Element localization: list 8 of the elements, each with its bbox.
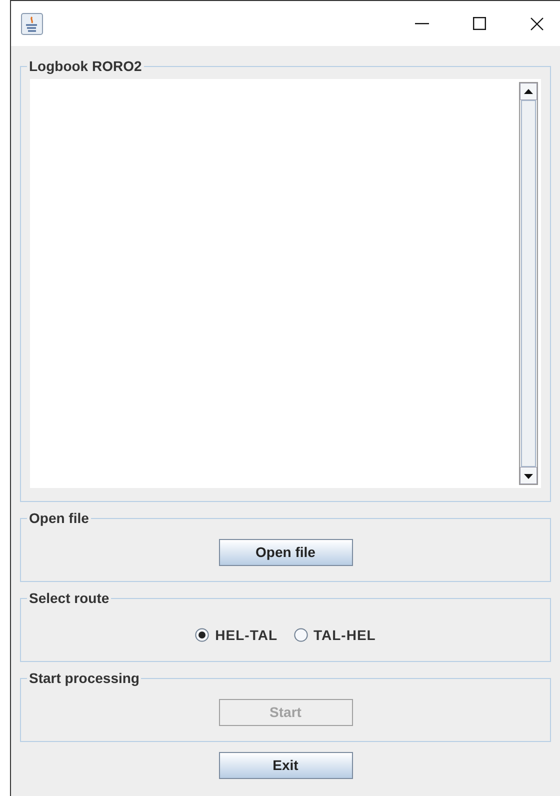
group-title: Select route bbox=[28, 589, 110, 608]
exit-button[interactable]: Exit bbox=[218, 752, 352, 779]
radio-label[interactable]: TAL-HEL bbox=[314, 624, 376, 646]
radio-label[interactable]: HEL-TAL bbox=[215, 624, 278, 646]
open-file-button[interactable]: Open file bbox=[218, 539, 352, 566]
group-title: Open file bbox=[28, 509, 90, 528]
group-title: Logbook RORO2 bbox=[28, 57, 143, 76]
group-title: Start processing bbox=[28, 669, 140, 688]
